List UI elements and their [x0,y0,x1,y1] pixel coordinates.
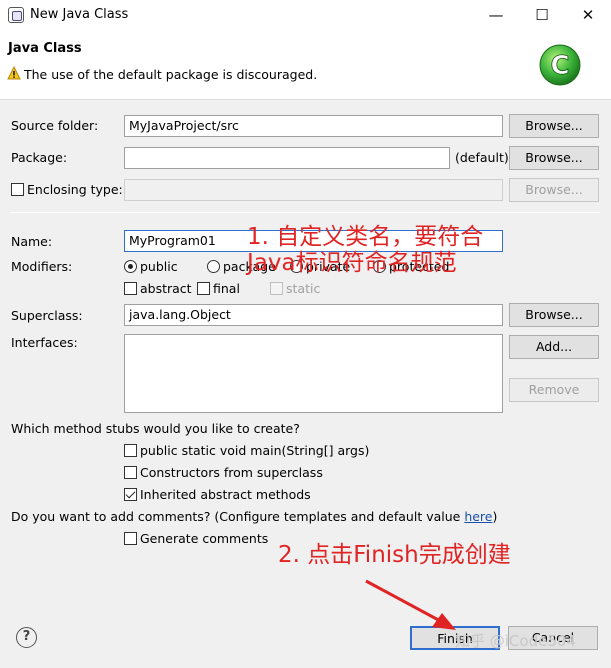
main-method-label: public static void main(String[] args) [140,443,370,458]
window-title: New Java Class [30,7,129,22]
modifiers-label: Modifiers: [11,259,73,274]
warning-icon [7,66,21,80]
superclass-input[interactable]: java.lang.Object [124,304,503,326]
enclosing-type-input [124,179,503,201]
public-radio[interactable] [124,260,137,273]
java-class-logo-icon: C [539,44,581,86]
final-checkbox[interactable] [197,282,210,295]
watermark-text: 知乎 @iCode504 [455,632,576,650]
comments-question: Do you want to add comments? (Configure … [11,509,497,524]
name-label: Name: [11,234,53,249]
close-icon[interactable]: ✕ [565,0,611,31]
source-folder-label: Source folder: [11,118,99,133]
static-checkbox [270,282,283,295]
separator [10,212,600,213]
package-input[interactable] [124,147,450,169]
wizard-header [0,31,611,100]
enclosing-type-label: Enclosing type: [27,182,123,197]
logo-letter: C [550,51,569,81]
enclosing-type-checkbox[interactable] [11,183,24,196]
superclass-browse-button[interactable]: Browse... [509,303,599,327]
annotation-step1-line1: 1. 自定义类名，要符合 [247,224,484,250]
package-label: Package: [11,150,68,165]
annotation-arrow-icon [365,579,456,630]
package-radio[interactable] [207,260,220,273]
annotation-step1-line2: Java标识符命名规范 [247,250,457,276]
public-label: public [140,259,178,274]
generate-comments-label: Generate comments [140,531,269,546]
interfaces-label: Interfaces: [11,335,78,350]
maximize-icon[interactable]: ☐ [519,0,565,31]
static-label: static [286,281,321,296]
minimize-icon[interactable]: — [473,0,519,31]
method-stubs-question: Which method stubs would you like to cre… [11,421,300,436]
abstract-label: abstract [140,281,192,296]
eclipse-window-icon [8,7,24,23]
warning-message: The use of the default package is discou… [24,67,318,82]
source-folder-browse-button[interactable]: Browse... [509,114,599,138]
comments-question-text: Do you want to add comments? (Configure … [11,509,465,524]
templates-here-link[interactable]: here [464,509,492,524]
abstract-checkbox[interactable] [124,282,137,295]
annotation-step2: 2. 点击Finish完成创建 [278,542,511,568]
package-default-text: (default) [455,150,509,165]
wizard-title: Java Class [8,41,82,56]
constructors-label: Constructors from superclass [140,465,323,480]
enclosing-type-browse-button: Browse... [509,178,599,202]
help-icon[interactable]: ? [16,627,37,648]
add-interface-button[interactable]: Add... [509,335,599,359]
inherited-methods-checkbox[interactable] [124,488,137,501]
final-label: final [213,281,240,296]
superclass-label: Superclass: [11,308,83,323]
inherited-methods-label: Inherited abstract methods [140,487,311,502]
generate-comments-checkbox[interactable] [124,532,137,545]
remove-interface-button: Remove [509,378,599,402]
source-folder-input[interactable]: MyJavaProject/src [124,115,503,137]
package-browse-button[interactable]: Browse... [509,146,599,170]
constructors-checkbox[interactable] [124,466,137,479]
main-method-checkbox[interactable] [124,444,137,457]
interfaces-list[interactable] [124,334,503,413]
comments-question-end: ) [492,509,498,524]
